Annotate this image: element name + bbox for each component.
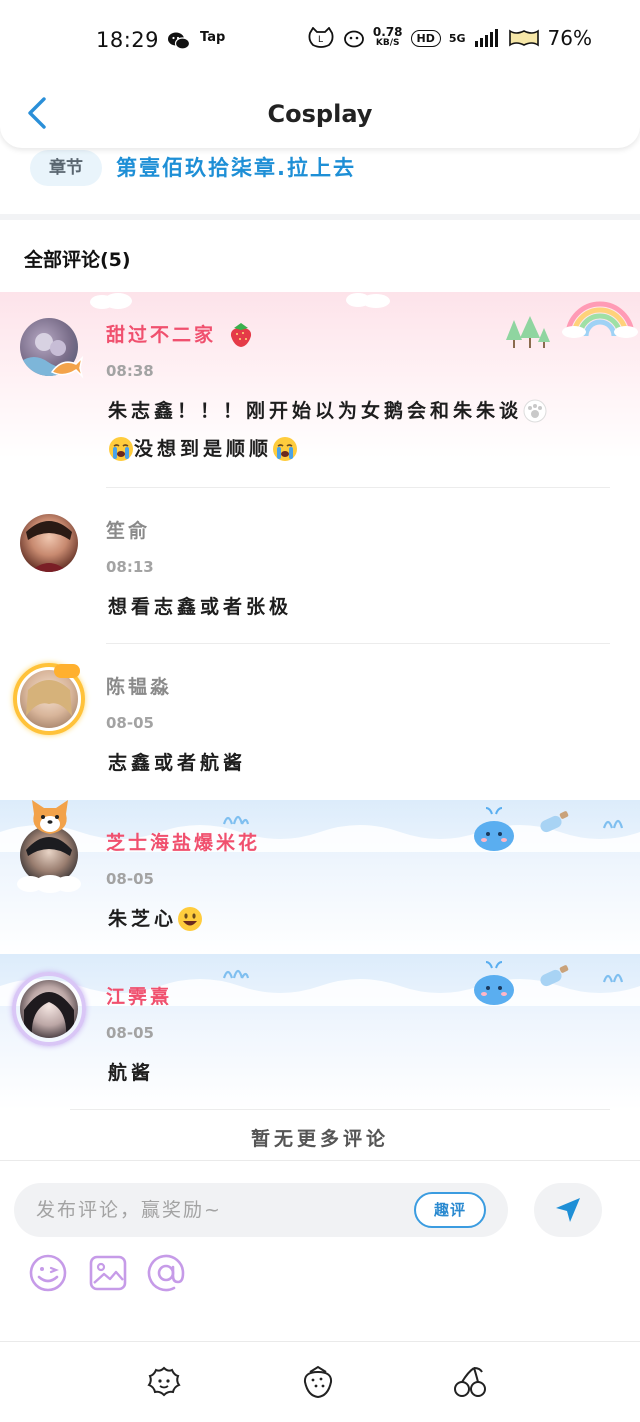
avatar[interactable] [20,670,78,728]
comment-text: 朱志鑫！！！刚开始以为女鹅会和朱朱谈 没想到是顺顺 [108,392,608,468]
chapter-title[interactable]: 第壹佰玖拾柒章.拉上去 [116,152,356,182]
emoji-icon[interactable] [28,1253,68,1293]
mention-icon[interactable] [146,1253,186,1293]
network-speed: 0.78 KB/S [372,25,403,48]
comment-time: 08-05 [106,714,154,732]
comment-text: 航酱 [108,1062,155,1084]
wechat-icon [168,32,190,50]
send-button[interactable] [534,1183,602,1237]
username[interactable]: 江霁熹 [106,982,172,1009]
avatar[interactable] [20,980,78,1038]
tree-decoration [506,316,550,348]
comment-time: 08:38 [106,362,154,380]
bottle-icon [540,811,569,833]
cloud-decoration [90,293,132,309]
crying-emoji-icon [109,437,133,461]
tap-app-label: Tap [200,30,226,45]
whale-icon [474,961,514,1005]
section-divider [0,214,640,220]
header-bar: 18:29 Tap L 0.78 KB/S HD 5G 76% Cosplay [0,0,640,148]
comment-item[interactable]: 江霁熹 08-05 航酱 [0,954,640,1110]
username[interactable]: 笙俞 [106,516,150,543]
splash-icon [222,969,250,979]
comment-text: 想看志鑫或者张极 [108,596,293,618]
corgi-frame-icon [32,800,68,834]
koi-fish-icon [50,355,84,379]
signal-icon [474,29,498,47]
username[interactable]: 陈韫淼 [106,672,172,699]
comment-item[interactable]: 芝士海盐爆米花 08-05 朱芝心 [0,800,640,954]
crying-emoji-icon [273,437,298,461]
avatar-image [26,521,72,572]
comment-text: 朱芝心 [108,900,608,938]
cat-icon: L [308,27,334,48]
username[interactable]: 甜过不二家 [106,320,216,347]
bottle-icon [540,965,569,987]
network-type: 5G [448,31,466,45]
comment-item[interactable]: 陈韫淼 08-05 志鑫或者航酱 [0,644,640,800]
whale-icon [474,807,514,851]
quick-review-button[interactable]: 趣评 [414,1192,486,1228]
battery-icon [508,29,539,47]
username[interactable]: 芝士海盐爆米花 [106,828,260,855]
send-icon [556,1198,580,1222]
avatar-image [26,680,72,716]
avatar-image [24,992,74,1038]
hd-badge: HD [410,29,441,47]
strawberry-nav-icon[interactable] [300,1364,336,1400]
rainbow-decoration [562,301,638,338]
no-more-comments: 暂无更多评论 [250,1128,389,1150]
splash-icon [602,973,624,983]
chapter-badge: 章节 [30,150,102,186]
comments-section-title: 全部评论(5) [24,249,131,271]
cloud-decoration [346,293,390,308]
bottom-nav [0,1342,640,1422]
comment-input-panel: 趣评 [0,1160,640,1342]
status-time: 18:29 [96,28,160,52]
strawberry-icon [230,323,252,347]
cloud-decoration [17,875,81,893]
flower-monster-icon[interactable] [146,1364,182,1400]
pet-icon [344,30,364,48]
page-title: Cosplay [267,100,373,128]
image-icon[interactable] [88,1253,128,1293]
paw-emoji-icon [523,399,547,423]
cherry-icon[interactable] [452,1364,488,1400]
comment-text: 志鑫或者航酱 [108,752,247,774]
splash-icon [602,819,624,829]
comment-item[interactable]: 甜过不二家 08:38 朱志鑫！！！刚开始以为女鹅会和朱朱谈 没想到是顺顺 [0,292,640,488]
smile-emoji-icon [178,907,203,931]
avatar[interactable] [20,514,78,572]
status-bar: 18:29 Tap L 0.78 KB/S HD 5G 76% [0,22,640,62]
row-divider [70,1109,610,1110]
comment-time: 08:13 [106,558,154,576]
comment-item[interactable]: 笙俞 08:13 想看志鑫或者张极 [0,488,640,644]
battery-level: 76% [547,26,592,50]
comment-time: 08-05 [106,870,154,888]
svg-text:L: L [318,35,323,45]
splash-icon [222,815,250,825]
chapter-row[interactable]: 章节 第壹佰玖拾柒章.拉上去 [0,148,640,214]
comment-time: 08-05 [106,1024,154,1042]
frame-badge [54,664,80,678]
